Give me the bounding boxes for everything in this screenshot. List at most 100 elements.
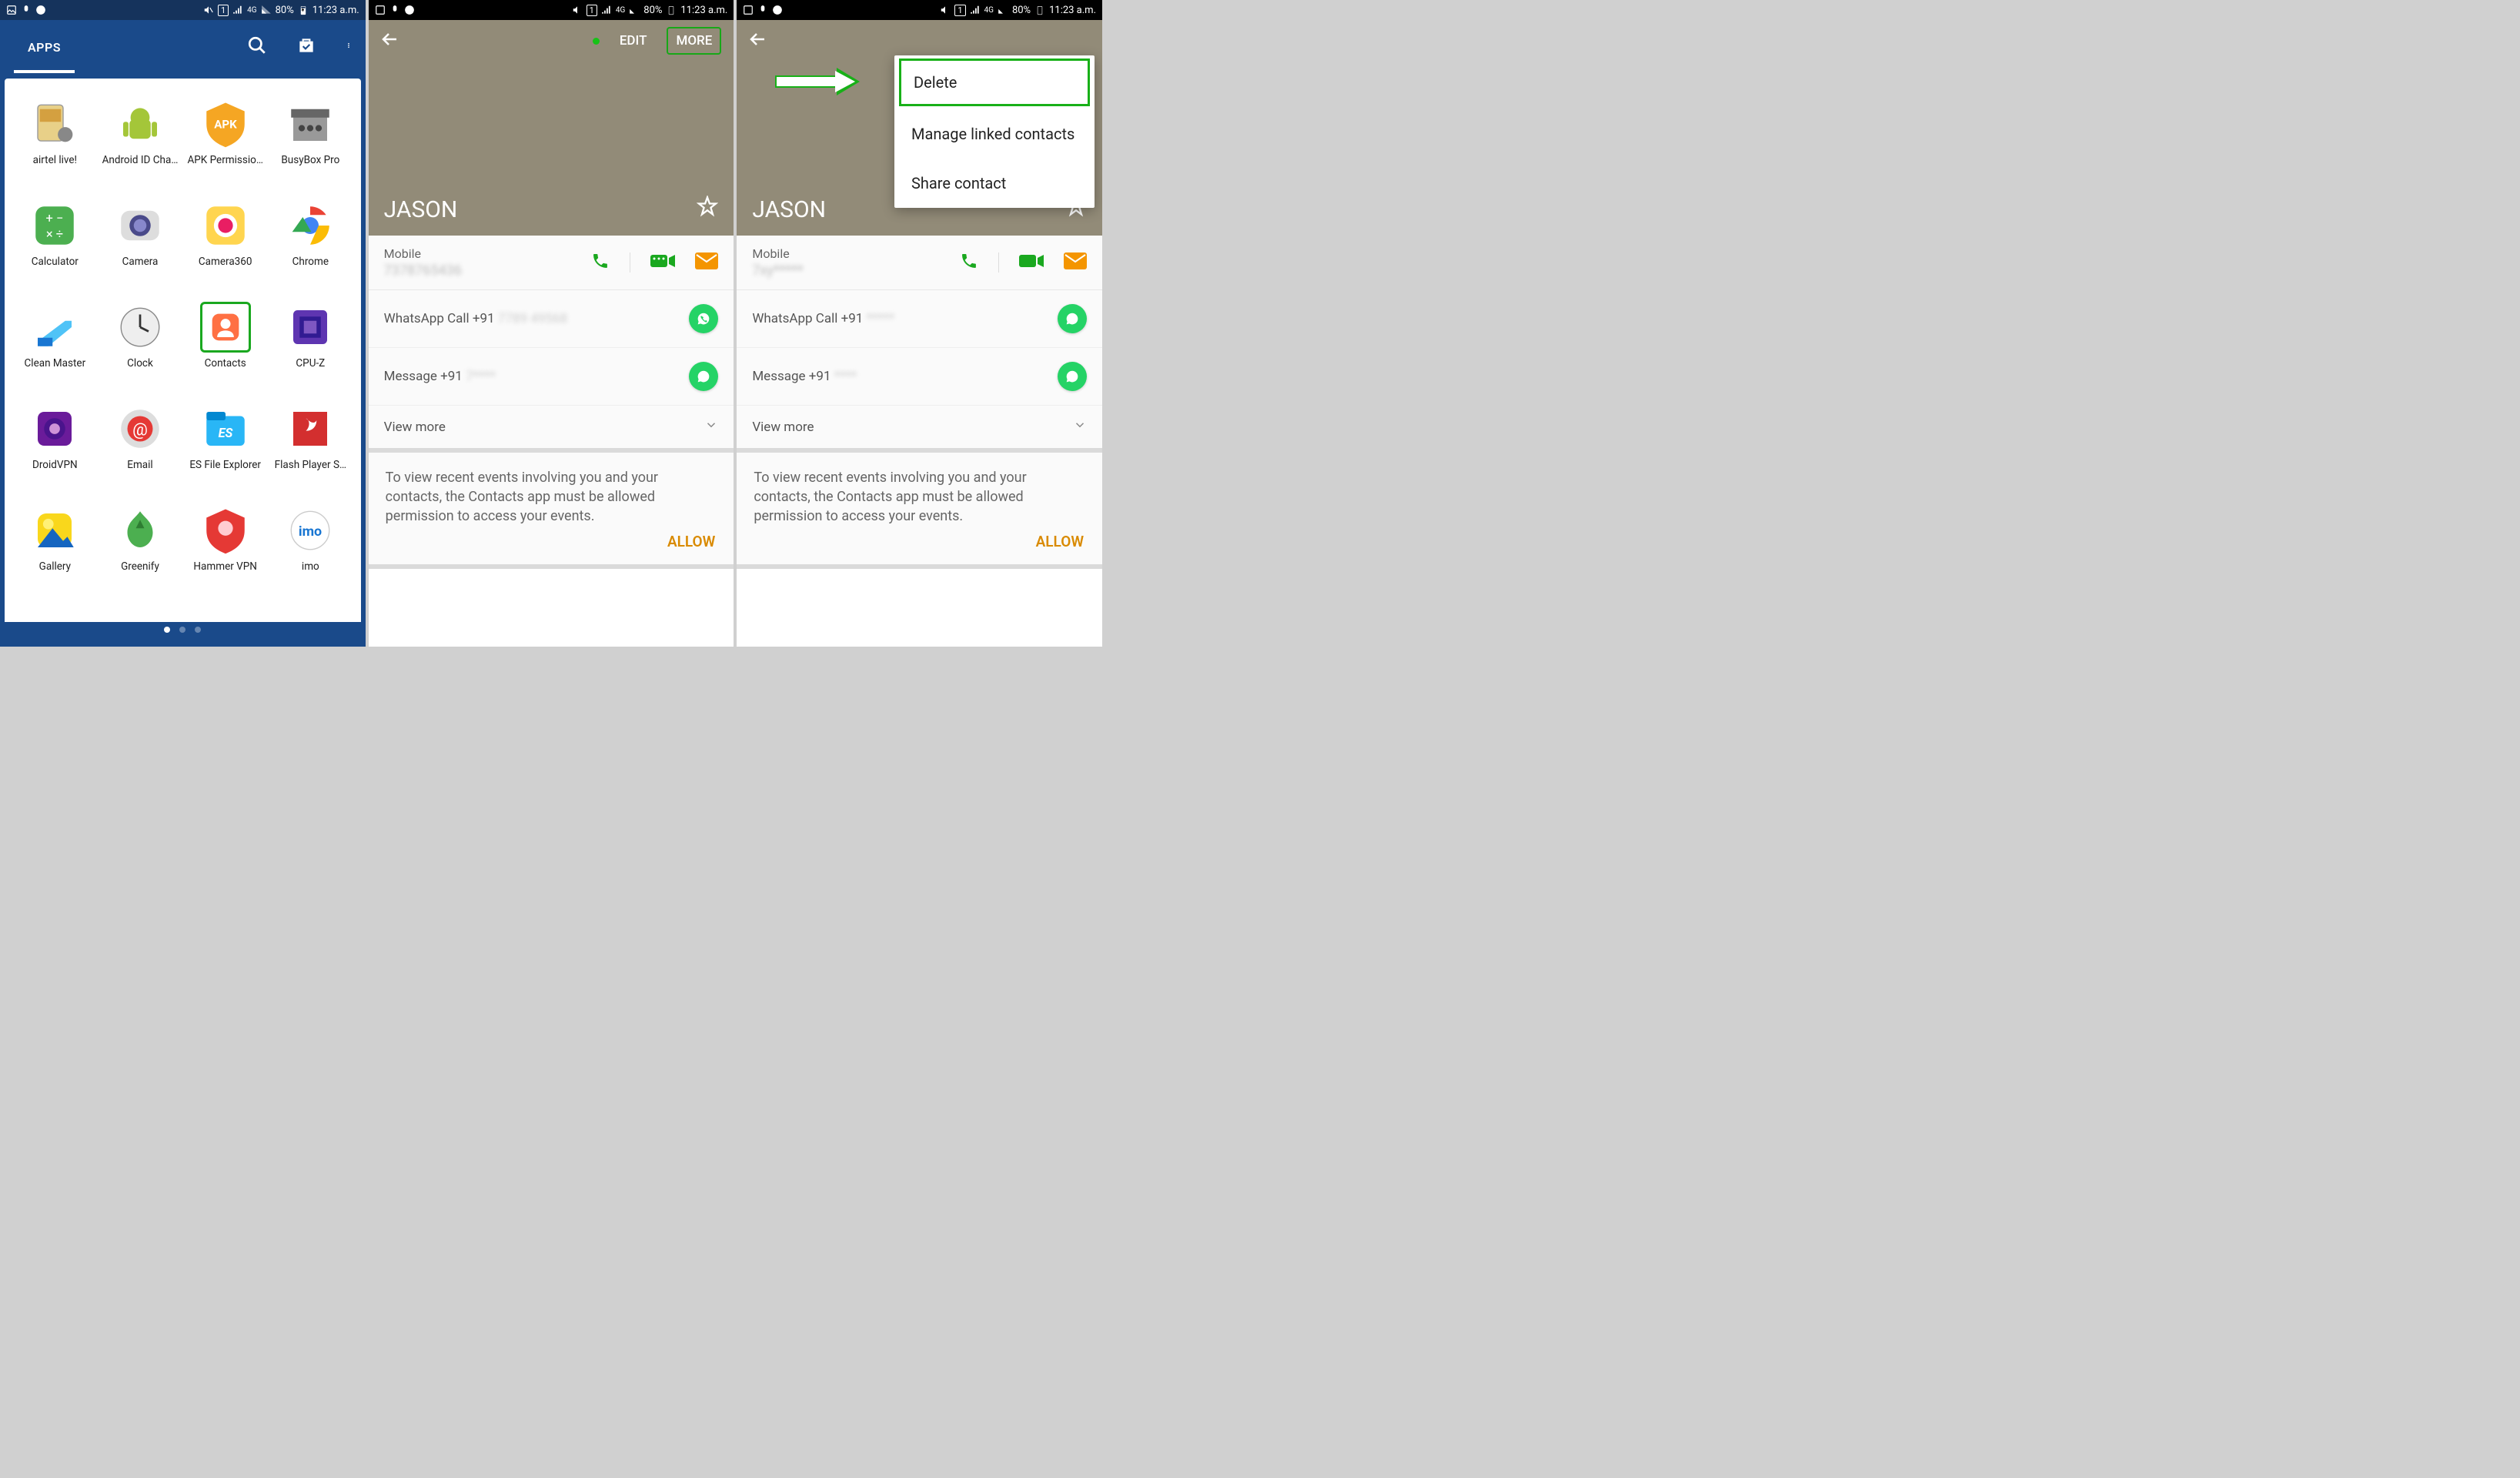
mobile-row[interactable]: Mobile 7378765436 bbox=[369, 236, 734, 290]
app-gallery[interactable]: Gallery bbox=[14, 505, 96, 588]
app-label: Camera360 bbox=[199, 256, 252, 268]
menu-delete[interactable]: Delete bbox=[899, 59, 1090, 106]
signal2-icon bbox=[261, 5, 272, 15]
whatsapp-call-row[interactable]: WhatsApp Call +91 ***** bbox=[737, 290, 1102, 348]
app-airtel-live-[interactable]: airtel live! bbox=[14, 99, 96, 182]
app-label: airtel live! bbox=[33, 154, 77, 166]
whatsapp-icon[interactable] bbox=[689, 362, 718, 391]
video-icon[interactable] bbox=[650, 252, 675, 273]
app-es-file-explorer[interactable]: ES ES File Explorer bbox=[184, 403, 266, 487]
app-label: Email bbox=[127, 459, 152, 471]
app-camera360[interactable]: Camera360 bbox=[184, 200, 266, 283]
app-droidvpn[interactable]: DroidVPN bbox=[14, 403, 96, 487]
messenger-icon bbox=[404, 5, 415, 15]
edit-button[interactable]: EDIT bbox=[613, 30, 653, 52]
svg-text:× ÷: × ÷ bbox=[46, 228, 63, 242]
app-cpu-z[interactable]: CPU-Z bbox=[269, 302, 352, 385]
mute-icon bbox=[572, 5, 583, 15]
app-label: Chrome bbox=[292, 256, 329, 268]
status-bar: 1 4G 80% 11:23 a.m. bbox=[369, 0, 734, 20]
voice-icon bbox=[21, 5, 32, 15]
signal2-icon bbox=[998, 5, 1008, 15]
app-hammer-vpn[interactable]: Hammer VPN bbox=[184, 505, 266, 588]
app-calculator[interactable]: + −× ÷Calculator bbox=[14, 200, 96, 283]
view-more-row[interactable]: View more bbox=[369, 406, 734, 453]
sim-icon: 1 bbox=[218, 5, 229, 16]
voice-icon bbox=[389, 5, 400, 15]
app-clock[interactable]: Clock bbox=[99, 302, 182, 385]
app-android-id-cha-[interactable]: Android ID Cha… bbox=[99, 99, 182, 182]
more-button[interactable]: MORE bbox=[667, 27, 721, 55]
call-icon[interactable] bbox=[591, 252, 610, 273]
message-icon[interactable] bbox=[1064, 252, 1087, 273]
messenger-icon bbox=[772, 5, 783, 15]
status-bar: 1 4G 80% 11:23 a.m. bbox=[737, 0, 1102, 20]
time-label: 11:23 a.m. bbox=[680, 5, 727, 16]
contact-header: EDIT MORE JASON bbox=[369, 20, 734, 236]
app-busybox-pro[interactable]: BusyBox Pro bbox=[269, 99, 352, 182]
back-icon[interactable] bbox=[749, 30, 767, 52]
signal2-icon bbox=[629, 5, 640, 15]
video-icon[interactable] bbox=[1019, 252, 1044, 273]
status-bar: 1 4G 80% 11:23 a.m. bbox=[0, 0, 366, 20]
time-label: 11:23 a.m. bbox=[1049, 5, 1096, 16]
apps-tab[interactable]: APPS bbox=[14, 22, 75, 73]
app-grid: airtel live! Android ID Cha… APKAPK Permis… bbox=[5, 79, 361, 633]
contact-name: JASON bbox=[384, 196, 458, 223]
whatsapp-call-row[interactable]: WhatsApp Call +91 7789 49568 bbox=[369, 290, 734, 348]
active-dot bbox=[593, 38, 600, 45]
chevron-down-icon bbox=[704, 418, 718, 436]
app-label: Android ID Cha… bbox=[102, 154, 179, 166]
app-label: Hammer VPN bbox=[193, 560, 256, 573]
app-clean-master[interactable]: Clean Master bbox=[14, 302, 96, 385]
events-permission-text: To view recent events involving you and … bbox=[737, 453, 1102, 530]
back-icon[interactable] bbox=[381, 30, 399, 52]
whatsapp-icon[interactable] bbox=[689, 304, 718, 333]
app-label: BusyBox Pro bbox=[281, 154, 339, 166]
app-greenify[interactable]: Greenify bbox=[99, 505, 182, 588]
view-more-row[interactable]: View more bbox=[737, 406, 1102, 453]
favorite-icon[interactable] bbox=[697, 196, 718, 223]
search-icon[interactable] bbox=[247, 35, 267, 59]
app-email[interactable]: @Email bbox=[99, 403, 182, 487]
mobile-label: Mobile bbox=[384, 246, 592, 261]
app-chrome[interactable]: Chrome bbox=[269, 200, 352, 283]
time-label: 11:23 a.m. bbox=[312, 5, 359, 16]
app-label: Clean Master bbox=[25, 357, 86, 370]
battery-icon bbox=[666, 5, 677, 15]
svg-text:ES: ES bbox=[218, 426, 232, 441]
allow-button[interactable]: ALLOW bbox=[737, 530, 1102, 569]
picture-icon bbox=[6, 5, 17, 15]
allow-button[interactable]: ALLOW bbox=[369, 530, 734, 569]
whatsapp-message-row[interactable]: Message +91 **** bbox=[737, 348, 1102, 406]
events-permission-text: To view recent events involving you and … bbox=[369, 453, 734, 530]
mobile-row[interactable]: Mobile 7xy***** bbox=[737, 236, 1102, 290]
app-contacts[interactable]: Contacts bbox=[184, 302, 266, 385]
whatsapp-icon[interactable] bbox=[1058, 304, 1087, 333]
signal-icon bbox=[601, 5, 612, 15]
app-label: Gallery bbox=[39, 560, 71, 573]
whatsapp-icon[interactable] bbox=[1058, 362, 1087, 391]
app-label: ES File Explorer bbox=[189, 459, 261, 471]
whatsapp-message-row[interactable]: Message +91 7**** bbox=[369, 348, 734, 406]
app-apk-permissio-[interactable]: APKAPK Permissio… bbox=[184, 99, 266, 182]
call-icon[interactable] bbox=[960, 252, 978, 273]
battery-label: 80% bbox=[1012, 5, 1031, 16]
app-label: CPU-Z bbox=[296, 357, 325, 370]
messenger-icon bbox=[35, 5, 46, 15]
network-label: 4G bbox=[616, 6, 625, 15]
app-label: Clock bbox=[127, 357, 153, 370]
battery-icon bbox=[298, 5, 309, 15]
store-icon[interactable] bbox=[296, 35, 316, 59]
overflow-icon[interactable] bbox=[346, 35, 352, 59]
app-flash-player-s-[interactable]: Flash Player S… bbox=[269, 403, 352, 487]
app-imo[interactable]: imoimo bbox=[269, 505, 352, 588]
app-label: imo bbox=[302, 560, 319, 573]
menu-share-contact[interactable]: Share contact bbox=[894, 159, 1095, 208]
menu-manage-linked[interactable]: Manage linked contacts bbox=[894, 109, 1095, 159]
mute-icon bbox=[940, 5, 951, 15]
app-camera[interactable]: Camera bbox=[99, 200, 182, 283]
network-label: 4G bbox=[247, 6, 256, 15]
picture-icon bbox=[743, 5, 754, 15]
message-icon[interactable] bbox=[695, 252, 718, 273]
